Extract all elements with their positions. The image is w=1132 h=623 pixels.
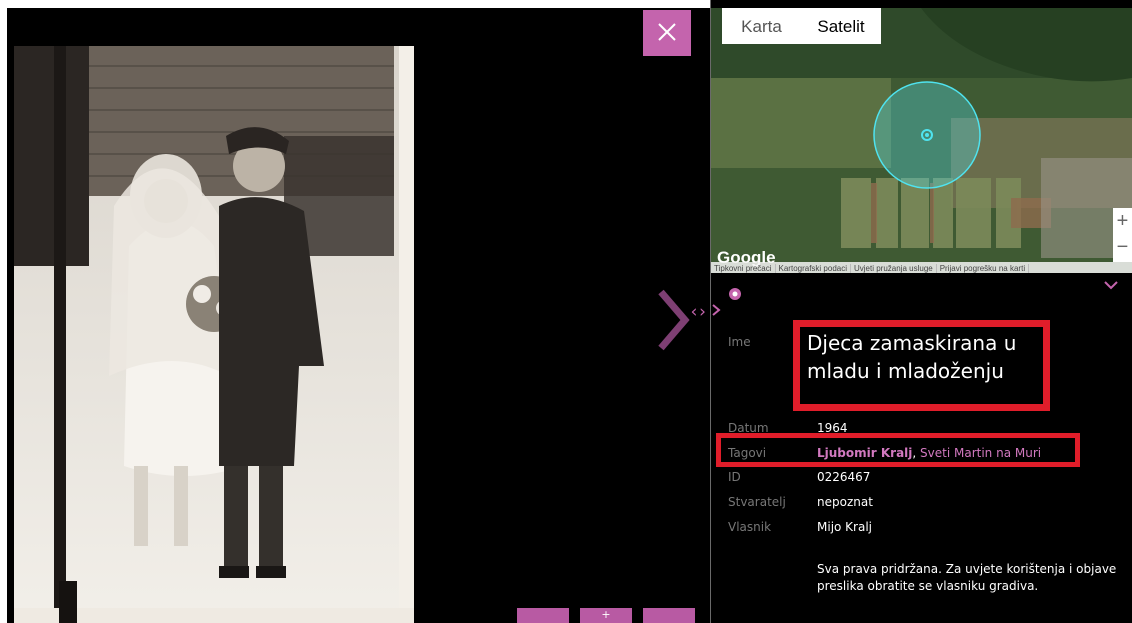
creator-value: nepoznat	[817, 495, 873, 509]
zoom-in-image-button[interactable]: +	[580, 608, 632, 623]
tag-link-ljubomir-kralj[interactable]: Ljubomir Kralj	[817, 446, 912, 460]
map-zoom-in-button[interactable]: +	[1113, 208, 1132, 234]
id-label: ID	[728, 470, 741, 484]
id-value: 0226467	[817, 470, 871, 484]
tag-separator: ,	[912, 446, 921, 460]
keyboard-shortcuts-link[interactable]: Tipkovni prečaci	[711, 264, 776, 273]
viewer-button-left[interactable]	[517, 608, 569, 623]
close-icon	[658, 23, 676, 41]
map-tab-karta[interactable]: Karta	[722, 8, 801, 44]
satellite-map[interactable]: Karta Satelit Google Tipkovni prečaci Kar…	[711, 8, 1132, 273]
report-error-link[interactable]: Prijavi pogrešku na karti	[936, 264, 1030, 273]
rights-notice: Sva prava pridržana. Za uvjete korištenj…	[817, 562, 1117, 593]
panel-toggle-chevrons[interactable]: ‹›	[689, 302, 708, 322]
close-button[interactable]	[643, 10, 691, 56]
image-viewer: +	[7, 8, 710, 623]
tags-label: Tagovi	[728, 446, 767, 460]
tags-value: Ljubomir Kralj, Sveti Martin na Muri	[817, 446, 1041, 460]
owner-value: Mijo Kralj	[817, 520, 873, 534]
owner-label: Vlasnik	[728, 520, 772, 534]
map-imagery	[711, 8, 1132, 273]
location-pin-icon[interactable]	[728, 286, 742, 305]
chevron-right-small-icon[interactable]	[711, 303, 721, 321]
item-title: Djeca zamaskirana u mladu i mladoženju	[807, 331, 1017, 383]
details-panel: Karta Satelit Google Tipkovni prečaci Kar…	[711, 0, 1132, 623]
map-toggle-chevron-icon[interactable]	[1103, 278, 1119, 294]
photo[interactable]	[14, 46, 414, 623]
terms-link[interactable]: Uvjeti pružanja usluge	[851, 264, 937, 273]
viewer-button-right[interactable]	[643, 608, 695, 623]
map-attribution-bar: Tipkovni prečaci Kartografski podaci Uvjet…	[711, 262, 1132, 273]
map-zoom-control: + −	[1113, 208, 1132, 262]
map-data-link[interactable]: Kartografski podaci	[775, 264, 851, 273]
name-label: Ime	[728, 335, 751, 349]
photo-image	[14, 46, 414, 623]
map-tab-satelit[interactable]: Satelit	[801, 8, 881, 44]
creator-label: Stvaratelj	[728, 495, 786, 509]
tag-link-sveti-martin[interactable]: Sveti Martin na Muri	[920, 446, 1041, 460]
map-zoom-out-button[interactable]: −	[1113, 234, 1132, 260]
